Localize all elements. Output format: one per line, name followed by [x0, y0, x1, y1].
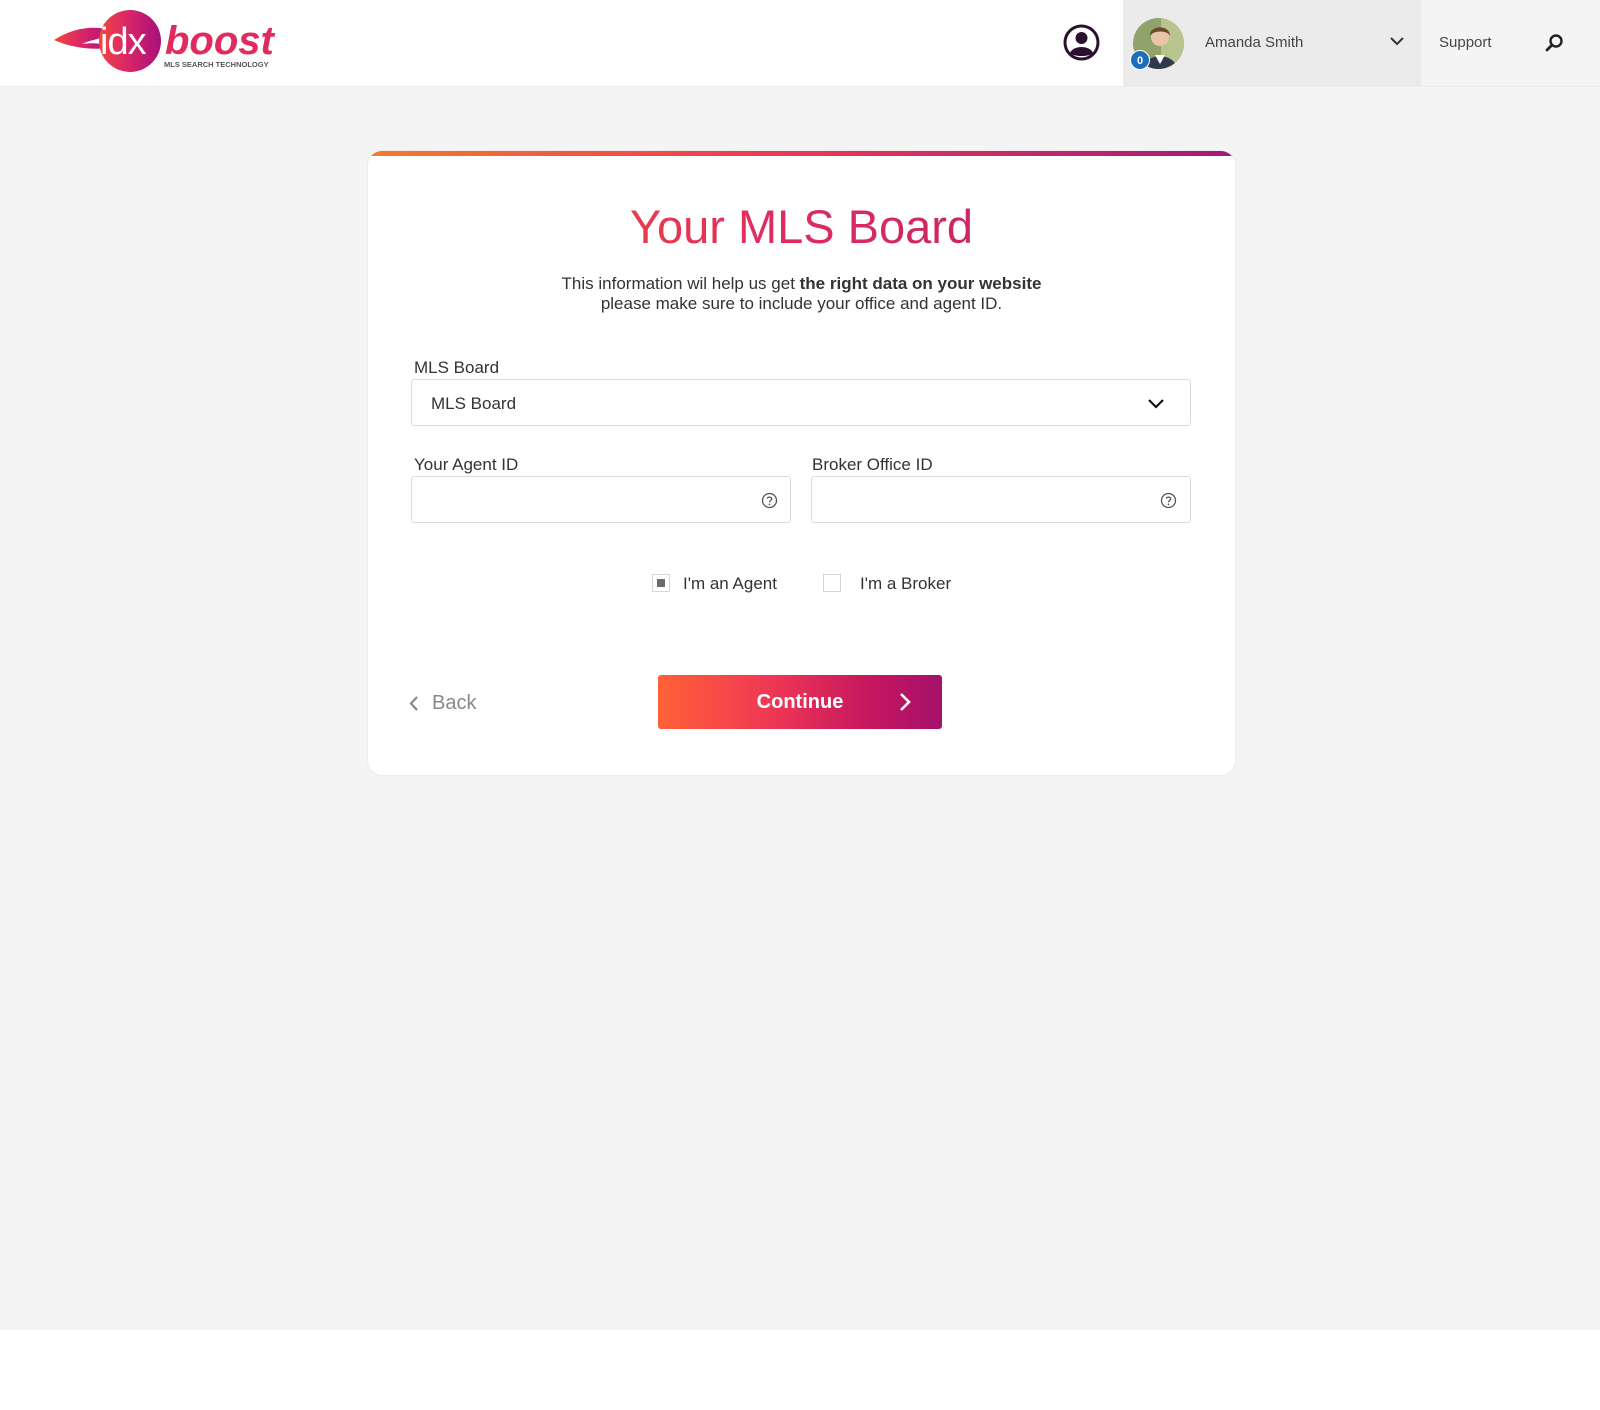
- broker-office-id-input[interactable]: [812, 477, 1142, 522]
- broker-office-id-field[interactable]: [811, 476, 1191, 523]
- mls-board-selected-value: MLS Board: [431, 394, 517, 413]
- mls-board-card: Your MLS Board This information wil help…: [368, 151, 1235, 775]
- agent-id-input[interactable]: [412, 477, 742, 522]
- chevron-right-icon: [900, 693, 911, 711]
- user-menu[interactable]: 0 Amanda Smith: [1123, 0, 1421, 86]
- logo-tagline: MLS SEARCH TECHNOLOGY: [164, 60, 269, 69]
- logo-wordmark-idx: idx: [100, 21, 147, 63]
- broker-checkbox[interactable]: [823, 574, 841, 592]
- card-gradient-bar: [368, 151, 1235, 156]
- back-button[interactable]: Back: [408, 689, 488, 719]
- agent-id-field[interactable]: [411, 476, 791, 523]
- idxboost-logo[interactable]: idx boost MLS SEARCH TECHNOLOGY: [52, 8, 292, 78]
- main-content: Your MLS Board This information wil help…: [0, 87, 1600, 1330]
- description-line-2: please make sure to include your office …: [600, 294, 1003, 313]
- page-title: Your MLS Board: [368, 199, 1235, 254]
- chevron-down-icon[interactable]: [1389, 35, 1405, 47]
- logo-wordmark-boost: boost: [165, 19, 276, 63]
- chevron-down-icon: [1148, 399, 1164, 409]
- broker-office-id-label: Broker Office ID: [812, 455, 933, 474]
- mls-board-select[interactable]: MLS Board: [411, 379, 1191, 426]
- notification-badge[interactable]: 0: [1130, 50, 1150, 70]
- description-bold-text: the right data on your website: [799, 274, 1042, 293]
- user-circle-icon[interactable]: [1063, 24, 1100, 61]
- broker-checkbox-label[interactable]: I'm a Broker: [860, 574, 951, 594]
- user-name[interactable]: Amanda Smith: [1205, 34, 1303, 51]
- back-label: Back: [432, 692, 477, 714]
- search-icon[interactable]: [1545, 33, 1564, 52]
- description-text: This information wil help us get: [561, 274, 800, 293]
- agent-checkbox-label[interactable]: I'm an Agent: [683, 574, 777, 594]
- card-description: This information wil help us get the rig…: [368, 274, 1235, 314]
- mls-board-label: MLS Board: [414, 358, 500, 377]
- page-footer: [0, 1330, 1600, 1410]
- support-link[interactable]: Support: [1439, 34, 1492, 51]
- agent-id-label: Your Agent ID: [414, 455, 519, 474]
- support-area: Support: [1421, 0, 1600, 86]
- top-header: idx boost MLS SEARCH TECHNOLOGY 0 Amanda…: [0, 0, 1600, 87]
- chevron-left-icon: [409, 696, 418, 711]
- continue-button[interactable]: Continue: [658, 675, 942, 729]
- help-icon[interactable]: [761, 492, 778, 509]
- checkbox-checked-mark: [657, 579, 665, 587]
- agent-checkbox[interactable]: [652, 574, 670, 592]
- help-icon[interactable]: [1160, 492, 1177, 509]
